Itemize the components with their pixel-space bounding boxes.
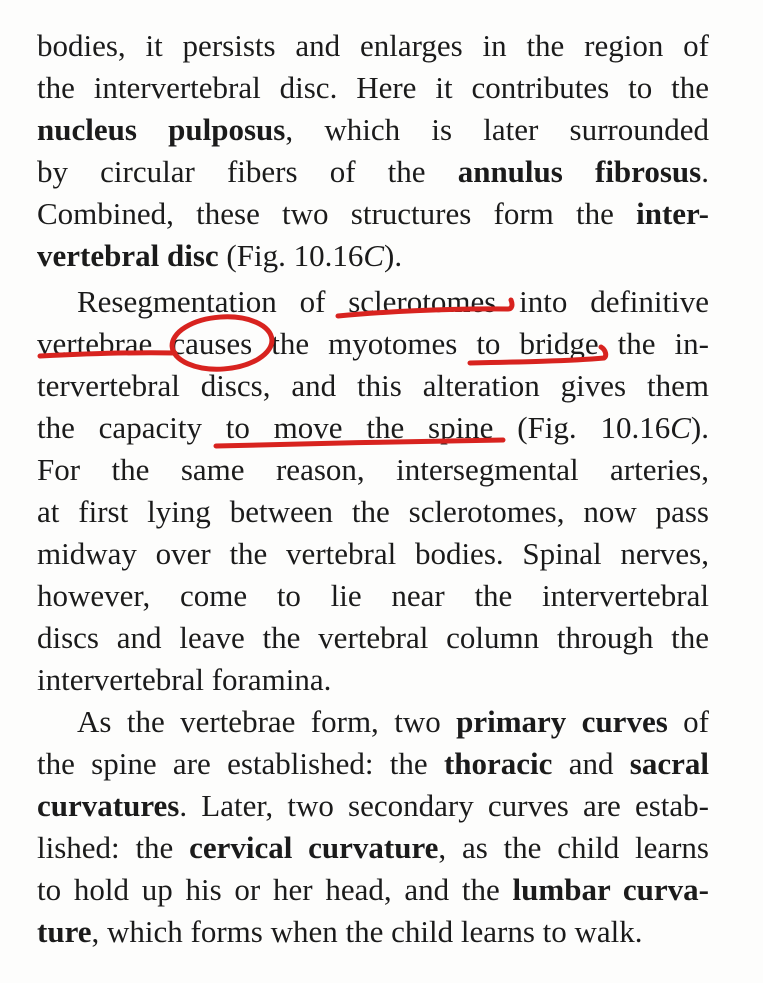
italic-text: C	[363, 238, 385, 273]
text-run: to hold up his or her head, and the	[37, 872, 513, 907]
bold-term: ture	[37, 914, 92, 949]
text-run: of	[667, 704, 709, 739]
bold-term: lumbar curva-	[512, 872, 709, 907]
text-run: Resegmentation of sclerotomes into defin…	[77, 284, 709, 319]
text-run: .	[701, 154, 709, 189]
text-line: Combined, these two structures form the …	[37, 193, 709, 235]
text-run: bodies, it persists and enlarges in the …	[37, 28, 709, 63]
bold-term: inter-	[636, 196, 709, 231]
text-line: the spine are established: the thoracic …	[37, 743, 709, 785]
text-run: lished: the	[37, 830, 190, 865]
text-line: intervertebral foramina.	[37, 659, 709, 701]
text-line: at first lying between the sclerotomes, …	[37, 491, 709, 533]
text-run: the intervertebral disc. Here it contrib…	[37, 70, 709, 105]
text-run: discs and leave the vertebral column thr…	[37, 620, 709, 655]
text-run: the spine are established: the	[37, 746, 444, 781]
text-run: ).	[690, 410, 709, 445]
text-line: ture, which forms when the child learns …	[37, 911, 709, 953]
text-run: tervertebral discs, and this alteration …	[37, 368, 709, 403]
bold-term: thoracic	[443, 746, 553, 781]
text-run: , as the child learns	[438, 830, 709, 865]
text-line: tervertebral discs, and this alteration …	[37, 365, 709, 407]
text-line: vertebrae causes the myotomes to bridge …	[37, 323, 709, 365]
text-line: to hold up his or her head, and the lumb…	[37, 869, 709, 911]
text-run: As the vertebrae form, two	[77, 704, 457, 739]
text-run: intervertebral foramina.	[37, 662, 332, 697]
paragraph-intervertebral-disc: bodies, it persists and enlarges in the …	[37, 25, 709, 277]
text-line: As the vertebrae form, two primary curve…	[37, 701, 709, 743]
text-run: midway over the vertebral bodies. Spinal…	[37, 536, 709, 571]
text-run: at first lying between the sclerotomes, …	[37, 494, 709, 529]
text-line: curvatures. Later, two secondary curves …	[37, 785, 709, 827]
text-run: (Fig. 10.16	[218, 238, 364, 273]
text-run: . Later, two secondary curves are estab-	[179, 788, 709, 823]
text-run: , which is later surrounded	[285, 112, 709, 147]
text-run: ).	[384, 238, 403, 273]
text-line: nucleus pulposus, which is later surroun…	[37, 109, 709, 151]
bold-term: sacral	[629, 746, 709, 781]
text-run: , which forms when the child learns to w…	[91, 914, 643, 949]
bold-term: annulus fibrosus	[457, 154, 702, 189]
text-run: and	[552, 746, 630, 781]
bold-term: cervical curvature	[189, 830, 439, 865]
text-line: bodies, it persists and enlarges in the …	[37, 25, 709, 67]
book-page: bodies, it persists and enlarges in the …	[0, 0, 763, 983]
italic-text: C	[670, 410, 691, 445]
text-line: For the same reason, intersegmental arte…	[37, 449, 709, 491]
bold-term: curvatures	[37, 788, 180, 823]
paragraph-spinal-curves: As the vertebrae form, two primary curve…	[37, 701, 709, 953]
text-line: discs and leave the vertebral column thr…	[37, 617, 709, 659]
bold-term: nucleus pulposus	[37, 112, 286, 147]
text-run: however, come to lie near the interverte…	[37, 578, 709, 613]
text-run: Combined, these two structures form the	[37, 196, 637, 231]
text-run: the capacity to move the spine (Fig. 10.…	[37, 410, 671, 445]
text-line: by circular fibers of the annulus fibros…	[37, 151, 709, 193]
text-run: by circular fibers of the	[37, 154, 458, 189]
text-line: lished: the cervical curvature, as the c…	[37, 827, 709, 869]
text-line: vertebral disc (Fig. 10.16C).	[37, 235, 709, 277]
text-line: Resegmentation of sclerotomes into defin…	[37, 281, 709, 323]
text-run: For the same reason, intersegmental arte…	[37, 452, 709, 487]
bold-term: primary curves	[456, 704, 668, 739]
text-run: vertebrae causes the myotomes to bridge …	[37, 326, 709, 361]
text-line: the capacity to move the spine (Fig. 10.…	[37, 407, 709, 449]
text-line: the intervertebral disc. Here it contrib…	[37, 67, 709, 109]
paragraph-resegmentation: Resegmentation of sclerotomes into defin…	[37, 281, 709, 701]
text-line: midway over the vertebral bodies. Spinal…	[37, 533, 709, 575]
bold-term: vertebral disc	[37, 238, 219, 273]
text-line: however, come to lie near the interverte…	[37, 575, 709, 617]
